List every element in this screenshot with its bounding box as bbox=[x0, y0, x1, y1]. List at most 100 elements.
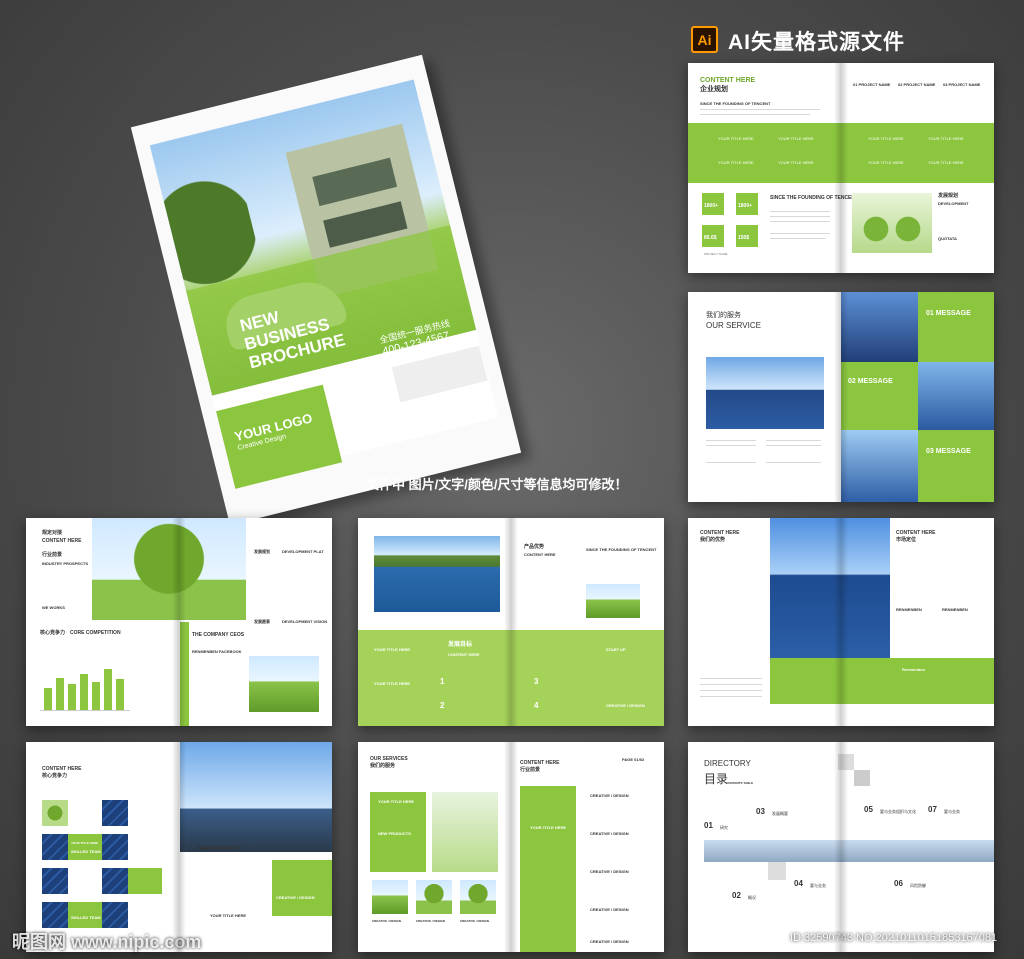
services2-creative-a: CREATIVE / DESIGN bbox=[372, 919, 401, 923]
ai-badge: Ai bbox=[691, 26, 718, 53]
directory-entry-7-label: 要与业务 bbox=[944, 809, 960, 814]
planning-tile-label-7: YOUR TITLE HERE bbox=[868, 160, 904, 165]
product-start-up: START UP bbox=[606, 647, 626, 652]
competition-prospects-cn: 行业前景 bbox=[42, 552, 63, 558]
services2-creative-2: CREATIVE / DESIGN bbox=[590, 831, 629, 836]
competition-we-work: WE WORKS bbox=[42, 605, 65, 610]
planning-stat-3: 85.6$ bbox=[704, 235, 717, 241]
service-message-2: 02 MESSAGE bbox=[848, 378, 893, 385]
market-title-left: CONTENT HERE bbox=[700, 530, 740, 536]
directory-entry-1-label: 研究 bbox=[720, 825, 728, 830]
planning-stat-1: 1800+ bbox=[704, 203, 719, 209]
brochure-cover: NEW BUSINESS BROCHURE 全国统一服务热线 400-123-4… bbox=[130, 54, 531, 532]
directory-entry-3-num: 03 bbox=[756, 807, 765, 816]
planning-project-2: 02 PROJECT NAME bbox=[898, 82, 936, 87]
directory-entry-2-label: 概况 bbox=[748, 895, 756, 900]
competition-dev-cn: 发展规划 bbox=[254, 549, 270, 554]
editable-notice: 文件中 图片/文字/颜色/尺寸等信息均可修改！ bbox=[366, 477, 628, 492]
product-since: SINCE THE FOUNDING OF TENCENT bbox=[586, 547, 657, 552]
planning-tile-label-6: YOUR TITLE HERE bbox=[928, 136, 964, 141]
directory-entry-4-label: 要与业务 bbox=[810, 883, 826, 888]
planning-quotes: QUOTATA bbox=[938, 236, 957, 241]
spread-directory: DIRECTORY 目录 CONTENTS TABLE 01 研究 02 概况 … bbox=[688, 742, 994, 952]
service-title-cn: 我们的服务 bbox=[706, 312, 741, 319]
services2-creative-3: CREATIVE / DESIGN bbox=[590, 869, 629, 874]
planning-tile-label-8: YOUR TITLE HERE bbox=[928, 160, 964, 165]
spread-team: CONTENT HERE 核心竞争力 YOUR TITLE HERE SKILL… bbox=[26, 742, 332, 952]
product-title-cn: 产品优势 bbox=[524, 544, 545, 550]
services2-page: PAGE 01/02 bbox=[622, 757, 645, 762]
planning-sub: SINCE THE FOUNDING OF TENCENT bbox=[700, 101, 771, 106]
directory-entry-5-label: 要与业务组织与文化 bbox=[880, 809, 916, 814]
competition-renmenben: RENMENBEN FACEBOOK bbox=[192, 649, 242, 654]
service-title: OUR SERVICE bbox=[706, 321, 761, 330]
services2-content-here: CONTENT HERE bbox=[520, 760, 560, 766]
competition-bar-2 bbox=[56, 678, 64, 710]
competition-vision: DEVELOPMENT VISION bbox=[282, 619, 328, 624]
product-number-3: 3 bbox=[534, 677, 539, 686]
planning-tile-label-1: YOUR TITLE HERE bbox=[718, 136, 754, 141]
services2-creative-5: CREATIVE / DESIGN bbox=[590, 939, 629, 944]
directory-entry-2-num: 02 bbox=[732, 891, 741, 900]
market-title-left-cn: 我们的优势 bbox=[700, 537, 726, 543]
team-sub-2: SKILLED TEAM bbox=[71, 915, 101, 920]
spread-competition: 规定对接 CONTENT HERE 行业前景 INDUSTRY PROSPECT… bbox=[26, 518, 332, 726]
directory-sub: CONTENTS TABLE bbox=[726, 781, 754, 785]
competition-core: CORE COMPETITION bbox=[70, 630, 121, 636]
directory-title: DIRECTORY bbox=[704, 759, 751, 768]
team-tablet-photo bbox=[180, 742, 332, 852]
product-goal: CONTENT HERE bbox=[448, 652, 480, 657]
planning-dev-title: DEVELOPMENT bbox=[938, 201, 969, 206]
watermark-right: ID:32590743 NO:20210110151853167081 bbox=[790, 932, 998, 944]
directory-entry-1-num: 01 bbox=[704, 821, 713, 830]
directory-entry-3-label: 发展概要 bbox=[772, 811, 788, 816]
services2-your-title-2: YOUR TITLE HERE bbox=[530, 825, 567, 830]
competition-prospects: INDUSTRY PROSPECTS bbox=[42, 561, 89, 566]
directory-entry-7-num: 07 bbox=[928, 805, 937, 814]
team-your-title: YOUR TITLE HERE bbox=[210, 913, 247, 918]
competition-dev: DEVELOPMENT PLAT bbox=[282, 549, 324, 554]
planning-bike-photo bbox=[852, 193, 932, 253]
planning-project-1: 01 PROJECT NAME bbox=[853, 82, 891, 87]
header-title: AI矢量格式源文件 bbox=[728, 31, 905, 54]
product-tile-2: YOUR TITLE HERE bbox=[374, 681, 411, 686]
planning-project-3: 03 PROJECT NAME bbox=[943, 82, 981, 87]
product-number-2: 2 bbox=[440, 701, 445, 710]
planning-tile-label-5: YOUR TITLE HERE bbox=[868, 136, 904, 141]
competition-bar-7 bbox=[116, 679, 124, 710]
competition-bar-chart bbox=[40, 666, 130, 711]
competition-title: CONTENT HERE bbox=[42, 538, 82, 544]
ai-badge-text: Ai bbox=[697, 32, 712, 48]
product-title: CONTENT HERE bbox=[524, 552, 556, 557]
services2-creative-1: CREATIVE / DESIGN bbox=[590, 793, 629, 798]
service-message-1: 01 MESSAGE bbox=[926, 310, 971, 317]
spread-market: CONTENT HERE 我们的优势 CONTENT HERE 市场定位 REN… bbox=[688, 518, 994, 726]
planning-tile-label-2: YOUR TITLE HERE bbox=[778, 136, 814, 141]
product-goal-cn: 发展目标 bbox=[448, 642, 473, 648]
market-solar-photo bbox=[770, 518, 890, 658]
directory-entry-6-num: 06 bbox=[894, 879, 903, 888]
market-title-right-cn: 市场定位 bbox=[896, 537, 917, 543]
product-number-4: 4 bbox=[534, 701, 539, 710]
competition-tree-photo bbox=[92, 518, 246, 620]
planning-heading: CONTENT HERE bbox=[700, 77, 756, 84]
planning-tile-label-4: YOUR TITLE HERE bbox=[778, 160, 814, 165]
team-new-products: NEW PRODUCTS bbox=[198, 846, 240, 852]
services2-title: OUR SERVICES bbox=[370, 756, 408, 762]
planning-heading-cn: 企业规划 bbox=[700, 86, 728, 93]
spread-services2: OUR SERVICES 我们的服务 YOUR TITLE HERE NEW P… bbox=[358, 742, 664, 952]
market-rb3: Renmenben bbox=[902, 667, 925, 672]
competition-bar-3 bbox=[68, 684, 76, 710]
market-title-right: CONTENT HERE bbox=[896, 530, 936, 536]
planning-stat-label: PROJECT NAME bbox=[704, 252, 728, 256]
services2-content-cn: 行业前景 bbox=[520, 767, 541, 773]
product-floating-solar-photo bbox=[374, 536, 500, 612]
service-message-3: 03 MESSAGE bbox=[926, 448, 971, 455]
spread-service: 我们的服务 OUR SERVICE 01 MESSAGE 02 MESSAGE … bbox=[688, 292, 994, 502]
competition-title-cn: 规定对接 bbox=[42, 530, 63, 536]
competition-vision-cn: 发展愿景 bbox=[254, 619, 270, 624]
spread-product: 产品优势 CONTENT HERE SINCE THE FOUNDING OF … bbox=[358, 518, 664, 726]
services2-your-title: YOUR TITLE HERE bbox=[378, 799, 415, 804]
planning-dev-title-cn: 发展规划 bbox=[938, 193, 959, 199]
team-title: CONTENT HERE bbox=[42, 766, 82, 772]
